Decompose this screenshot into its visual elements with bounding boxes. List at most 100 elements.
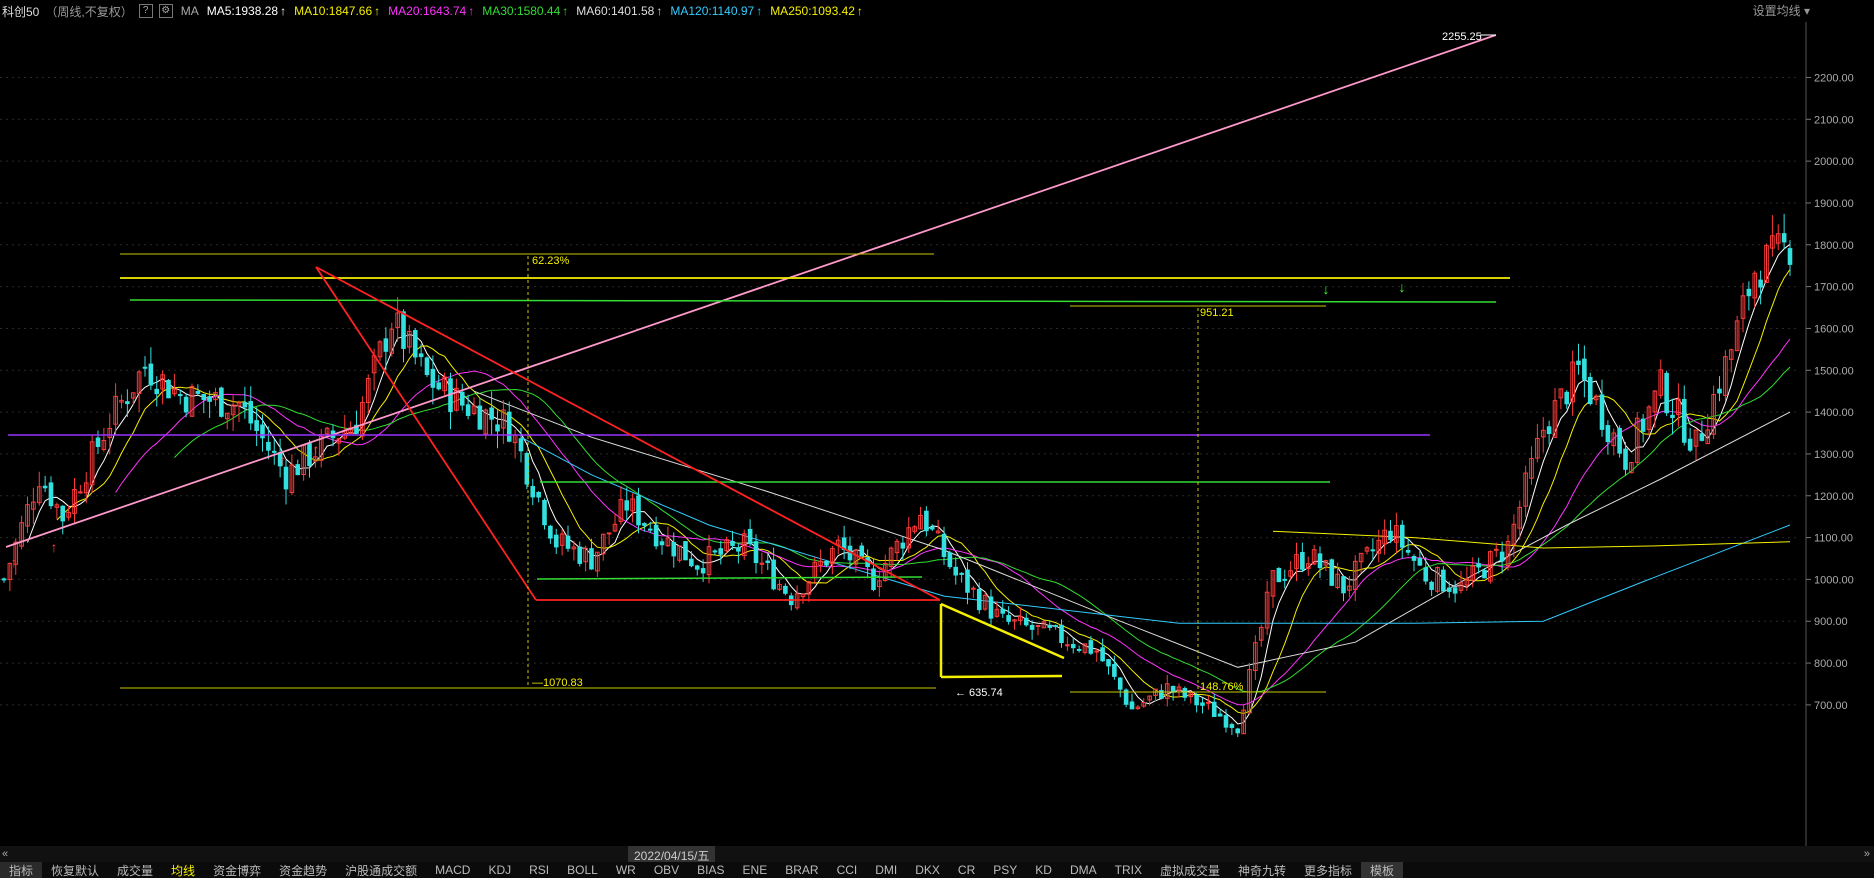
- candle-body: [1129, 701, 1135, 710]
- ma-value-6: MA250:1093.42: [770, 4, 855, 18]
- candle-body: [1681, 398, 1687, 443]
- tab-23[interactable]: TRIX: [1106, 863, 1151, 877]
- candle-body: [248, 401, 254, 424]
- candle-body: [219, 387, 224, 417]
- candle-body: [565, 535, 571, 549]
- tab-22[interactable]: DMA: [1061, 863, 1106, 877]
- candle-body: [1341, 576, 1346, 594]
- candle-body: [965, 569, 970, 593]
- candle-body: [542, 499, 547, 526]
- candle-body: [148, 363, 154, 386]
- tab-14[interactable]: ENE: [734, 863, 777, 877]
- tab-2[interactable]: 成交量: [108, 862, 162, 878]
- tab-27[interactable]: 模板: [1361, 862, 1404, 878]
- ma30-line: [174, 366, 1791, 693]
- y-tick-label: 1200.00: [1814, 491, 1854, 503]
- y-tick-label: 1300.00: [1814, 449, 1854, 461]
- tab-11[interactable]: WR: [607, 863, 645, 877]
- candle-body: [548, 525, 553, 539]
- candle-body: [1605, 425, 1611, 443]
- tab-15[interactable]: BRAR: [776, 863, 827, 877]
- candle-body: [1399, 524, 1405, 548]
- candle-body: [1623, 448, 1628, 470]
- tab-10[interactable]: BOLL: [558, 863, 607, 877]
- time-scrollbar[interactable]: « »: [0, 846, 1874, 862]
- candle-body: [730, 541, 735, 546]
- gear-icon[interactable]: ⚙: [158, 4, 173, 18]
- tab-21[interactable]: KD: [1026, 863, 1061, 877]
- tab-4[interactable]: 资金博弈: [204, 862, 270, 878]
- long-trend-line: [5, 34, 1497, 548]
- tab-8[interactable]: KDJ: [479, 863, 520, 877]
- price-chart[interactable]: ↑ ↑ ↑ ↑ ↓ ↓ 700.00 800.00 900.00 1000.00 1100.00 1…: [0, 22, 1874, 846]
- candle-body: [1493, 548, 1499, 551]
- tab-3[interactable]: 均线: [162, 862, 204, 878]
- candle-body: [771, 559, 776, 590]
- candle-body: [1006, 615, 1011, 622]
- tab-18[interactable]: DKX: [906, 863, 949, 877]
- ma250-line: [1272, 530, 1791, 549]
- candle-body: [177, 394, 183, 397]
- y-tick-label: 1000.00: [1814, 574, 1854, 586]
- tab-17[interactable]: DMI: [866, 863, 906, 877]
- tab-24[interactable]: 虚拟成交量: [1151, 862, 1229, 878]
- candle-body: [1059, 624, 1064, 644]
- y-tick-label: 2100.00: [1814, 114, 1854, 126]
- ma-value-0: MA5:1938.28: [206, 4, 279, 18]
- tab-9[interactable]: RSI: [520, 863, 558, 877]
- tab-12[interactable]: OBV: [645, 863, 688, 877]
- candle-body: [1206, 701, 1211, 704]
- marker-arrow-icon: ↓: [1399, 279, 1406, 295]
- candle-body: [971, 587, 976, 590]
- candle-body: [1235, 728, 1241, 734]
- candle-body: [307, 443, 312, 467]
- candle-body: [859, 545, 865, 557]
- candle-body: [871, 568, 876, 591]
- candle-body: [125, 401, 130, 405]
- candle-body: [824, 560, 829, 566]
- tab-19[interactable]: CR: [949, 863, 984, 877]
- tab-7[interactable]: MACD: [426, 863, 479, 877]
- candle-body: [941, 533, 947, 557]
- candle-body: [530, 486, 536, 498]
- scroll-right-icon[interactable]: »: [1864, 848, 1870, 860]
- marker-arrow-icon: ↑: [313, 441, 320, 457]
- candle-body: [1229, 724, 1235, 728]
- tab-5[interactable]: 资金趋势: [270, 862, 336, 878]
- tab-13[interactable]: BIAS: [688, 863, 733, 877]
- candle-body: [653, 524, 659, 547]
- pct-label-1: 62.23%: [532, 255, 570, 267]
- candle-body: [1076, 648, 1082, 651]
- y-axis: 700.00 800.00 900.00 1000.00 1100.00 1200.00 1…: [1805, 22, 1854, 846]
- candle-body: [95, 437, 101, 448]
- ma-value-1: MA10:1847.66: [294, 4, 373, 18]
- tab-20[interactable]: PSY: [984, 863, 1026, 877]
- candle-body: [436, 382, 442, 390]
- ma10-line: [56, 269, 1791, 715]
- candle-body: [1787, 248, 1793, 265]
- up-arrow-icon: ↑: [468, 4, 475, 18]
- tab-6[interactable]: 沪股通成交额: [336, 862, 426, 878]
- help-button[interactable]: ?: [138, 4, 153, 18]
- tab-26[interactable]: 更多指标: [1295, 862, 1361, 878]
- tab-25[interactable]: 神奇九转: [1229, 862, 1295, 878]
- settings-ma-button[interactable]: 设置均线 ▾: [1753, 2, 1810, 19]
- candle-body: [1282, 578, 1288, 581]
- candle-body: [1664, 372, 1669, 414]
- y-tick-label: 1600.00: [1814, 323, 1854, 335]
- candle-body: [976, 588, 982, 611]
- candle-body: [201, 393, 207, 401]
- candle-body: [266, 441, 271, 451]
- tab-16[interactable]: CCI: [828, 863, 867, 877]
- candle-body: [424, 357, 430, 376]
- y-tick-label: 700.00: [1814, 700, 1848, 712]
- candle-body: [1687, 438, 1693, 451]
- tab-0[interactable]: 指标: [0, 862, 43, 878]
- tab-1[interactable]: 恢复默认: [42, 862, 108, 878]
- candle-body: [1100, 647, 1105, 662]
- candle-body: [659, 541, 665, 546]
- scroll-left-icon[interactable]: «: [2, 848, 8, 860]
- candle-body: [683, 541, 688, 561]
- candle-body: [624, 500, 630, 511]
- candle-body: [753, 541, 759, 564]
